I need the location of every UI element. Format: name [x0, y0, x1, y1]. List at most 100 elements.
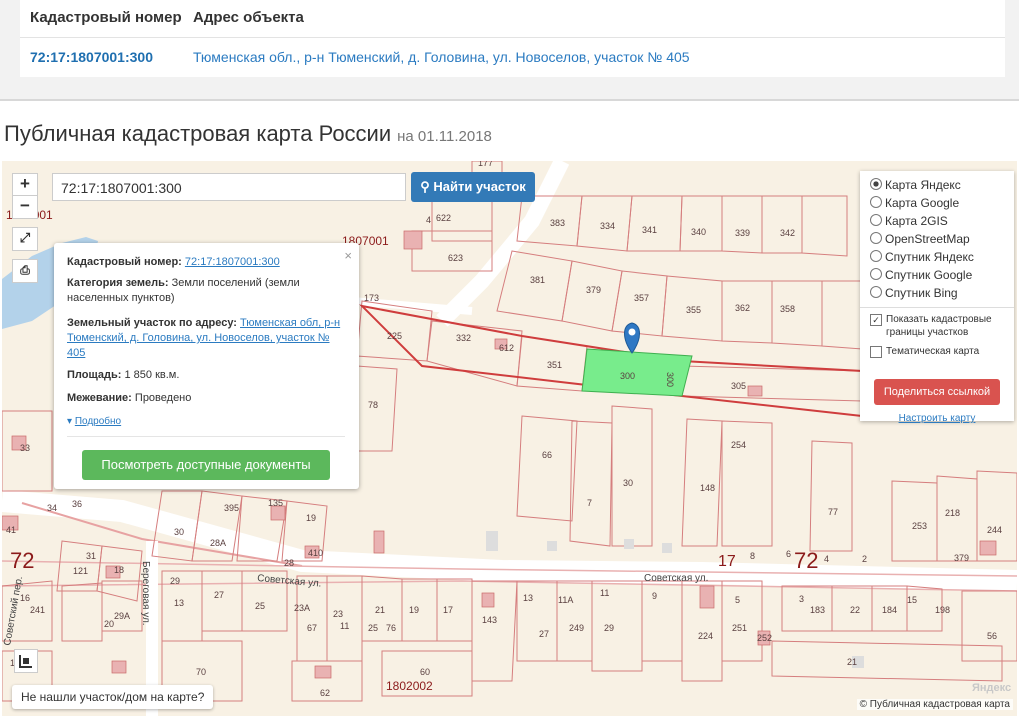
svg-text:612: 612 [499, 343, 514, 353]
svg-text:244: 244 [987, 525, 1002, 535]
share-link-button[interactable]: Поделиться ссылкой [874, 379, 1000, 405]
svg-text:7: 7 [587, 498, 592, 508]
region-code-2: 72 [794, 548, 818, 573]
svg-text:13: 13 [523, 593, 533, 603]
radio-icon [870, 214, 882, 226]
popup-cad-label: Кадастровый номер: [67, 256, 182, 268]
layer-option-google-sat[interactable]: Спутник Google [870, 267, 972, 283]
svg-text:23А: 23А [294, 603, 310, 613]
popup-more-link[interactable]: Подробно [75, 416, 121, 427]
popup-cad-link[interactable]: 72:17:1807001:300 [185, 256, 280, 268]
view-documents-button[interactable]: Посмотреть доступные документы [82, 450, 330, 480]
result-cadnum-link[interactable]: 72:17:1807001:300 [30, 49, 153, 65]
svg-text:622: 622 [436, 213, 451, 223]
svg-text:225: 225 [387, 331, 402, 341]
svg-text:30: 30 [623, 478, 633, 488]
svg-text:34: 34 [47, 503, 57, 513]
svg-text:13: 13 [174, 598, 184, 608]
show-cadastral-checkbox[interactable]: ✓ Показать кадастровые границы участков [870, 313, 1006, 339]
find-parcel-button[interactable]: ⚲ Найти участок [411, 172, 535, 202]
svg-text:27: 27 [214, 590, 224, 600]
svg-text:4: 4 [824, 554, 829, 564]
thematic-map-checkbox[interactable]: Тематическая карта [870, 345, 1006, 358]
svg-text:251: 251 [732, 623, 747, 633]
layer-label: OpenStreetMap [885, 232, 970, 246]
radio-icon [870, 268, 882, 280]
svg-text:21: 21 [375, 605, 385, 615]
configure-map-link[interactable]: Настроить карту [860, 413, 1014, 424]
layer-option-bing-sat[interactable]: Спутник Bing [870, 285, 958, 301]
layer-option-2gis[interactable]: Карта 2GIS [870, 213, 948, 229]
svg-text:27: 27 [539, 629, 549, 639]
svg-text:184: 184 [882, 605, 897, 615]
popup-survey-value: Проведено [134, 392, 192, 404]
not-found-button[interactable]: Не нашли участок/дом на карте? [12, 685, 213, 709]
svg-text:19: 19 [409, 605, 419, 615]
svg-text:623: 623 [448, 253, 463, 263]
popup-address-label: Земельный участок по адресу: [67, 317, 237, 329]
svg-text:334: 334 [600, 221, 615, 231]
svg-text:351: 351 [547, 360, 562, 370]
svg-text:4: 4 [426, 215, 431, 225]
svg-text:395: 395 [224, 503, 239, 513]
zoom-out-button[interactable]: − [12, 195, 38, 219]
svg-text:8: 8 [750, 551, 755, 561]
measure-icon[interactable] [14, 649, 38, 673]
svg-text:28: 28 [284, 558, 294, 568]
layer-label: Спутник Яндекс [885, 250, 974, 264]
layer-option-yandex-sat[interactable]: Спутник Яндекс [870, 249, 974, 265]
svg-text:252: 252 [757, 633, 772, 643]
svg-text:332: 332 [456, 333, 471, 343]
street-label-4: Береговая ул. [140, 561, 151, 626]
page-title: Публичная кадастровая карта России на 01.… [4, 121, 492, 147]
svg-text:41: 41 [6, 525, 16, 535]
svg-text:183: 183 [810, 605, 825, 615]
svg-text:177: 177 [478, 161, 493, 168]
svg-text:362: 362 [735, 303, 750, 313]
radio-icon [870, 286, 882, 298]
layers-panel: Карта Яндекс Карта Google Карта 2GIS Ope… [860, 171, 1014, 424]
svg-text:379: 379 [954, 553, 969, 563]
results-table: Кадастровый номер Адрес объекта 72:17:18… [20, 0, 1005, 77]
location-pin [624, 322, 640, 354]
page-title-text: Публичная кадастровая карта России [4, 121, 392, 146]
svg-text:6: 6 [786, 549, 791, 559]
layer-option-osm[interactable]: OpenStreetMap [870, 231, 970, 247]
svg-text:2: 2 [862, 554, 867, 564]
svg-text:9: 9 [652, 591, 657, 601]
layer-option-yandex[interactable]: Карта Яндекс [870, 177, 961, 193]
show-cadastral-label: Показать кадастровые границы участков [886, 314, 992, 338]
parcel-info-popup: × Кадастровый номер: 72:17:1807001:300 К… [54, 243, 359, 489]
selected-parcel-label: 300 [620, 371, 635, 381]
svg-text:3: 3 [799, 594, 804, 604]
svg-text:11: 11 [340, 621, 349, 631]
svg-text:339: 339 [735, 228, 750, 238]
region-code-1: 72 [10, 548, 34, 573]
search-input[interactable]: 72:17:1807001:300 [52, 173, 406, 201]
svg-text:254: 254 [731, 440, 746, 450]
svg-text:66: 66 [542, 450, 552, 460]
col-header-cadnum: Кадастровый номер [30, 9, 182, 26]
checkbox-icon [870, 346, 882, 358]
svg-text:342: 342 [780, 228, 795, 238]
layer-option-google[interactable]: Карта Google [870, 195, 959, 211]
svg-text:20: 20 [104, 619, 114, 629]
result-address-link[interactable]: Тюменская обл., р-н Тюменский, д. Голови… [193, 49, 690, 65]
yandex-logo: Яндекс [972, 682, 1011, 694]
cadastral-map[interactable]: 300 300 177 4 622 623 383 334 341 340 339 342 38… [2, 161, 1017, 716]
print-icon[interactable]: ⎙ [12, 259, 38, 283]
svg-text:121: 121 [73, 566, 88, 576]
svg-text:17: 17 [443, 605, 453, 615]
svg-text:17: 17 [718, 553, 736, 570]
close-icon[interactable]: × [344, 248, 352, 263]
svg-text:22: 22 [850, 605, 860, 615]
map-copyright: © Публичная кадастровая карта [856, 699, 1013, 710]
svg-text:249: 249 [569, 623, 584, 633]
zoom-in-button[interactable]: + [12, 173, 38, 197]
svg-text:67: 67 [307, 623, 317, 633]
street-label-2: Советская ул. [644, 573, 708, 584]
fullscreen-icon[interactable]: ⤢ [12, 227, 38, 251]
layer-label: Спутник Google [885, 268, 973, 282]
svg-text:56: 56 [987, 631, 997, 641]
svg-text:62: 62 [320, 688, 330, 698]
